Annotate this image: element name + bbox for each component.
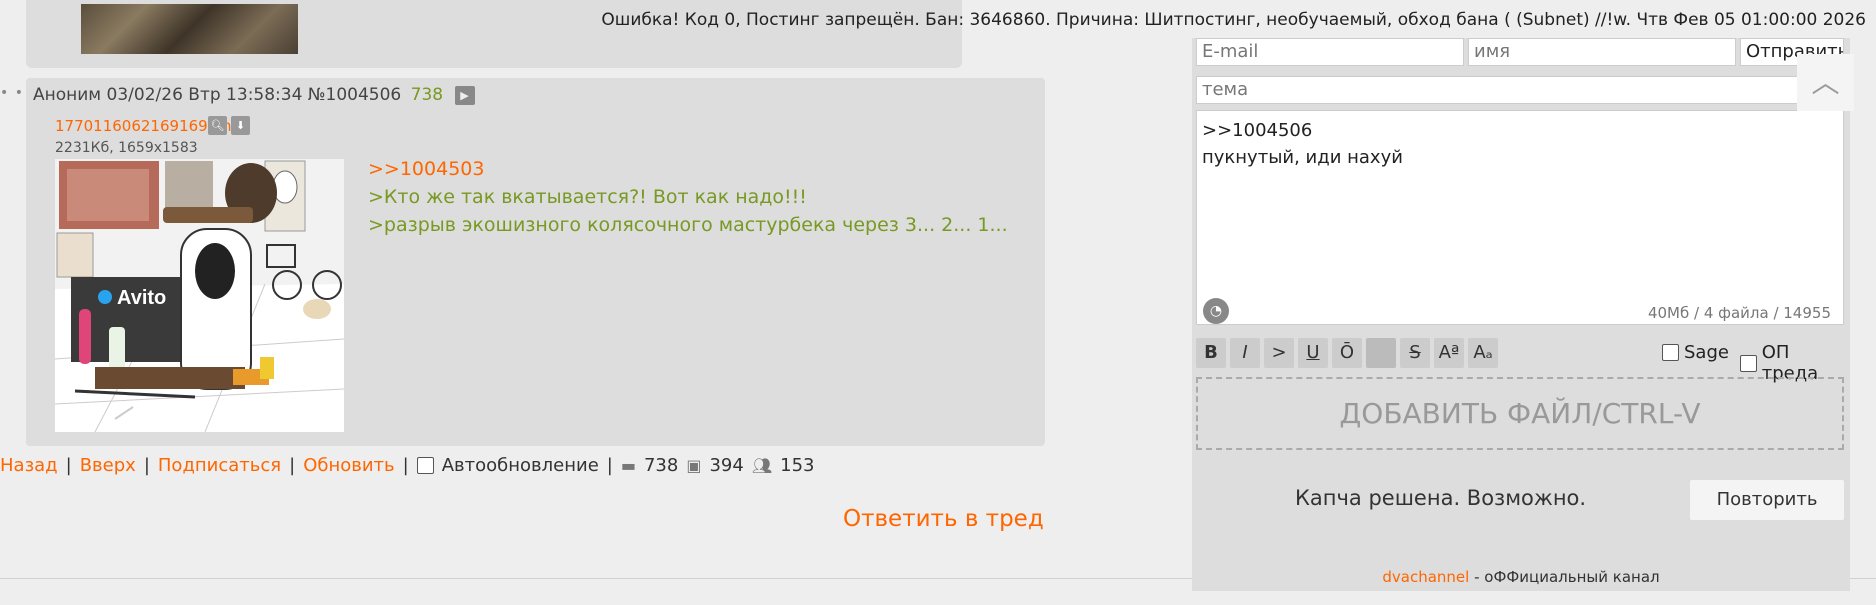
scroll-up-icon[interactable]: ︿ <box>1797 54 1854 111</box>
post-header: Аноним 03/02/26 Втр 13:58:34 №1004506 73… <box>33 85 475 105</box>
subscript-button[interactable]: Aₐ <box>1468 338 1498 368</box>
image-icon: ▣ <box>686 456 702 475</box>
reply-thread-link[interactable]: Ответить в тред <box>843 506 1044 532</box>
sage-checkbox[interactable] <box>1662 344 1679 361</box>
italic-button[interactable]: I <box>1230 338 1260 368</box>
bold-button[interactable]: B <box>1196 338 1226 368</box>
captcha-status: Капча решена. Возможно. <box>1295 486 1587 510</box>
quote-button[interactable]: > <box>1264 338 1294 368</box>
separator: | <box>143 455 150 476</box>
play-icon[interactable]: ▶ <box>454 85 475 105</box>
channel-suffix: - оФФициальный канал <box>1469 568 1660 586</box>
back-link[interactable]: Назад <box>0 455 58 476</box>
post-reply-link[interactable]: >>1004503 <box>368 155 1008 183</box>
subscribe-link[interactable]: Подписаться <box>158 455 281 476</box>
post-quote-line: >Кто же так вкатывается?! Вот как надо!!… <box>368 186 807 208</box>
separator: | <box>606 455 613 476</box>
post-number[interactable]: №1004506 <box>308 85 401 105</box>
images-count: 394 <box>709 455 744 476</box>
thread-nav: Назад | Вверх | Подписаться | Обновить |… <box>0 455 814 476</box>
reply-form: E-mail имя Отправить тема >>1004506 пукн… <box>1192 38 1850 591</box>
previous-post <box>26 0 962 68</box>
email-field[interactable]: E-mail <box>1196 38 1464 66</box>
file-meta: 2231Кб, 1659x1583 <box>55 140 198 156</box>
message-line: пукнутый, иди нахуй <box>1202 147 1403 168</box>
users-count: 153 <box>780 455 815 476</box>
post-author: Аноним <box>33 85 102 105</box>
auto-update-label: Автообновление <box>441 455 599 476</box>
subject-field[interactable]: тема <box>1196 76 1844 104</box>
strike-button[interactable]: S <box>1400 338 1430 368</box>
emoji-icon[interactable]: ◔ <box>1203 298 1229 324</box>
users-icon: 👥︎ <box>751 456 773 475</box>
post: Аноним 03/02/26 Втр 13:58:34 №1004506 73… <box>26 78 1045 446</box>
file-dropzone[interactable]: ДОБАВИТЬ ФАЙЛ/CTRL-V <box>1196 377 1844 450</box>
post-image[interactable]: Avito <box>55 159 344 432</box>
sage-option[interactable]: Sage <box>1662 342 1729 363</box>
post-message: >>1004503 >Кто же так вкатывается?! Вот … <box>368 155 1008 239</box>
name-field[interactable]: имя <box>1468 38 1736 66</box>
message-line: >>1004506 <box>1202 120 1313 141</box>
channel-footer: dvachannel - оФФициальный канал <box>1192 568 1850 586</box>
channel-link[interactable]: dvachannel <box>1382 568 1469 586</box>
superscript-button[interactable]: Aª <box>1434 338 1464 368</box>
comment-icon: ▬ <box>620 456 636 475</box>
spoiler-button[interactable] <box>1366 338 1396 368</box>
previous-post-thumbnail[interactable] <box>81 4 298 54</box>
separator: | <box>65 455 72 476</box>
op-checkbox[interactable] <box>1740 354 1757 372</box>
sage-label: Sage <box>1684 342 1729 363</box>
limits-counter: 40Мб / 4 файла / 14955 <box>1647 304 1831 322</box>
separator: | <box>289 455 296 476</box>
post-quote-line: >разрыв экошизного колясочного мастурбек… <box>368 214 1008 236</box>
search-icon[interactable]: 🔍︎ <box>208 116 227 135</box>
post-reply-count[interactable]: 738 <box>411 85 443 105</box>
auto-update-checkbox[interactable] <box>416 457 434 474</box>
underline-button[interactable]: U <box>1298 338 1328 368</box>
avito-logo-text: Avito <box>117 287 166 309</box>
retry-captcha-button[interactable]: Повторить <box>1690 480 1844 520</box>
overline-button[interactable]: Ō <box>1332 338 1362 368</box>
message-textarea[interactable]: >>1004506 пукнутый, иди нахуй ◔ 40Мб / 4… <box>1196 110 1844 325</box>
download-icon[interactable]: ⬇ <box>231 116 250 135</box>
separator: | <box>402 455 409 476</box>
up-link[interactable]: Вверх <box>80 455 136 476</box>
post-datetime: 03/02/26 Втр 13:58:34 <box>106 85 303 105</box>
refresh-link[interactable]: Обновить <box>303 455 394 476</box>
posts-count: 738 <box>643 455 679 476</box>
